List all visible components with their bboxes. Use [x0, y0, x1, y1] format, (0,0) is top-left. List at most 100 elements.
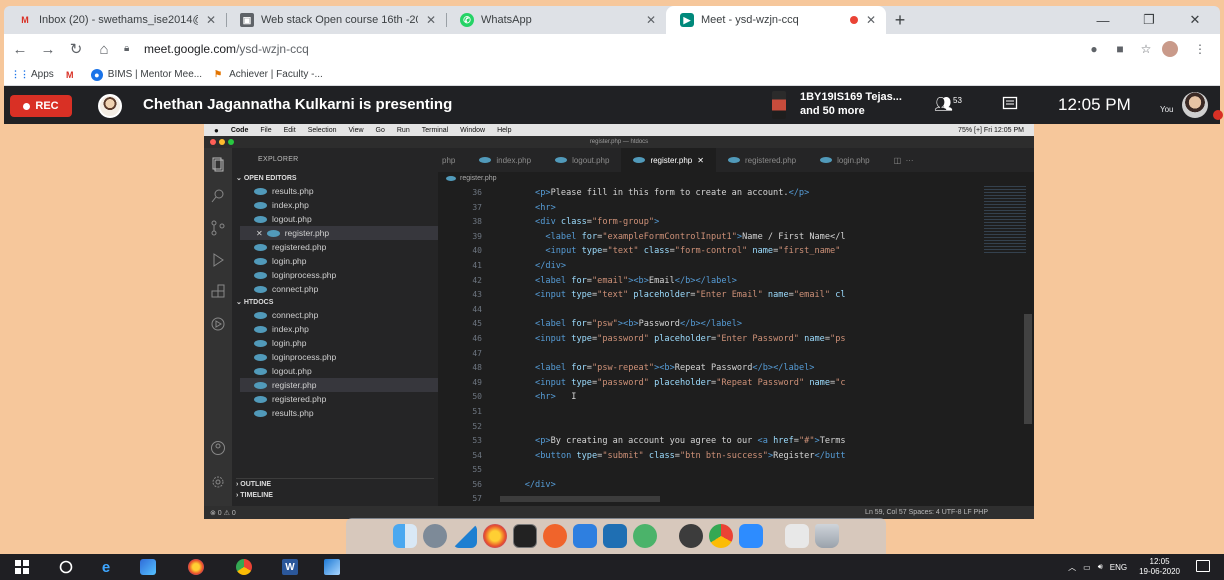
postman-icon[interactable] — [543, 524, 567, 548]
participant-tile-label[interactable]: 1BY19IS169 Tejas... and 50 more — [800, 90, 902, 118]
editor-status-info[interactable]: Ln 59, Col 57 Spaces: 4 UTF-8 LF PHP — [865, 509, 988, 516]
open-editor-item[interactable]: loginprocess.php — [254, 268, 336, 282]
open-editor-item[interactable]: connect.php — [254, 282, 318, 296]
editor-tab[interactable]: logout.php — [543, 148, 621, 172]
participant-thumbnail[interactable] — [772, 91, 786, 119]
menu-selection[interactable]: Selection — [308, 127, 337, 134]
files-icon[interactable] — [210, 156, 226, 172]
htdocs-file[interactable]: connect.php — [254, 308, 318, 322]
minimize-button[interactable]: — — [1084, 6, 1122, 34]
close-window-button[interactable]: ✕ — [1176, 6, 1214, 34]
editor-tab[interactable]: login.php — [808, 148, 881, 172]
launchpad-icon[interactable] — [423, 524, 447, 548]
open-editor-item[interactable]: login.php — [254, 254, 307, 268]
forward-button[interactable]: → — [36, 37, 60, 61]
bookmark-bims[interactable]: ● BIMS | Mentor Mee... — [90, 68, 202, 81]
video-icon[interactable]: ■ — [1112, 42, 1128, 56]
open-editors-section[interactable]: ⌄ OPEN EDITORS — [236, 174, 297, 182]
maximize-button[interactable]: ❐ — [1130, 6, 1168, 34]
bookmark-achiever[interactable]: ⚑ Achiever | Faculty -... — [212, 69, 323, 81]
vertical-scrollbar[interactable] — [1024, 314, 1032, 424]
menu-code[interactable]: Code — [231, 127, 249, 134]
timeline-section[interactable]: › TIMELINE — [236, 492, 273, 499]
bookmark-gmail[interactable]: M — [64, 69, 81, 81]
windows-start-icon[interactable] — [14, 559, 30, 575]
xcode-icon[interactable] — [573, 524, 597, 548]
vscode-icon[interactable] — [453, 524, 477, 548]
htdocs-section[interactable]: ⌄ HTDOCS — [236, 298, 273, 306]
minimap[interactable] — [984, 184, 1026, 254]
editor-tab[interactable]: registered.php — [716, 148, 808, 172]
notification-center-icon[interactable] — [1196, 560, 1210, 572]
network-icon[interactable]: ▭ — [1083, 563, 1091, 572]
menu-edit[interactable]: Edit — [284, 127, 296, 134]
menu-icon[interactable]: ⋮ — [1192, 42, 1208, 56]
remote-icon[interactable] — [210, 316, 226, 332]
chrome-icon[interactable] — [236, 559, 252, 575]
htdocs-file[interactable]: results.php — [254, 406, 314, 420]
file-explorer-icon[interactable] — [140, 559, 156, 575]
open-editor-item[interactable]: logout.php — [254, 212, 312, 226]
editor-tab-active[interactable]: register.php ✕ — [621, 148, 716, 172]
close-icon[interactable]: ✕ — [256, 229, 263, 238]
open-editor-item-active[interactable]: ✕ register.php — [240, 226, 438, 240]
trash-icon[interactable] — [815, 524, 839, 548]
sequel-pro-icon[interactable] — [679, 524, 703, 548]
close-icon[interactable]: ✕ — [697, 156, 704, 165]
menu-view[interactable]: View — [348, 127, 363, 134]
sourcetree-icon[interactable] — [633, 524, 657, 548]
chrome-icon[interactable] — [709, 524, 733, 548]
bookmark-apps[interactable]: ⋮⋮ Apps — [11, 69, 54, 81]
camera-indicator-icon[interactable]: ● — [1086, 42, 1102, 56]
firefox-icon[interactable] — [483, 524, 507, 548]
open-editor-item[interactable]: index.php — [254, 198, 309, 212]
menu-go[interactable]: Go — [376, 127, 385, 134]
htdocs-file[interactable]: index.php — [254, 322, 309, 336]
menu-window[interactable]: Window — [460, 127, 485, 134]
home-button[interactable]: ⌂ — [92, 37, 116, 61]
cortana-icon[interactable] — [58, 559, 74, 575]
terminal-icon[interactable] — [513, 524, 537, 548]
htdocs-file[interactable]: logout.php — [254, 364, 312, 378]
run-debug-icon[interactable] — [210, 252, 226, 268]
htdocs-file[interactable]: loginprocess.php — [254, 350, 336, 364]
menu-help[interactable]: Help — [497, 127, 511, 134]
outline-section[interactable]: › OUTLINE — [236, 478, 434, 488]
minimize-light-icon[interactable] — [219, 139, 225, 145]
problems-indicator[interactable]: ⊗ 0 ⚠ 0 — [210, 509, 236, 517]
tab-meet[interactable]: ▶ Meet - ysd-wzjn-ccq ✕ — [666, 6, 886, 34]
account-icon[interactable] — [210, 440, 226, 456]
tab-whatsapp[interactable]: ✆ WhatsApp ✕ — [446, 6, 666, 34]
close-light-icon[interactable] — [210, 139, 216, 145]
source-control-icon[interactable] — [210, 220, 226, 236]
close-icon[interactable]: ✕ — [866, 13, 876, 27]
language-indicator[interactable]: ENG — [1110, 563, 1127, 572]
htdocs-file[interactable]: registered.php — [254, 392, 326, 406]
editor-tab[interactable]: php — [438, 148, 467, 172]
new-tab-button[interactable]: + — [886, 6, 914, 34]
finder-icon[interactable] — [393, 524, 417, 548]
htdocs-file-active[interactable]: register.php — [240, 378, 438, 392]
documents-icon[interactable] — [785, 524, 809, 548]
address-bar[interactable]: 🔒︎ meet.google.com/ysd-wzjn-ccq — [124, 37, 309, 61]
back-button[interactable]: ← — [8, 37, 32, 61]
taskbar-clock[interactable]: 12:05 19-06-2020 — [1139, 557, 1180, 577]
zoom-icon[interactable] — [739, 524, 763, 548]
open-editor-item[interactable]: results.php — [254, 184, 314, 198]
search-icon[interactable] — [210, 188, 226, 204]
open-editor-item[interactable]: registered.php — [254, 240, 326, 254]
split-editor-icon[interactable]: ◫ ··· — [882, 148, 926, 172]
star-icon[interactable]: ☆ — [1138, 42, 1154, 56]
menu-run[interactable]: Run — [397, 127, 410, 134]
horizontal-scrollbar[interactable] — [500, 496, 660, 502]
editor-tab[interactable]: index.php — [467, 148, 543, 172]
close-icon[interactable]: ✕ — [646, 13, 656, 27]
firefox-icon[interactable] — [188, 559, 204, 575]
people-button[interactable]: 👥︎53 — [934, 95, 962, 113]
word-icon[interactable]: W — [282, 559, 298, 575]
zoom-light-icon[interactable] — [228, 139, 234, 145]
gear-icon[interactable] — [210, 474, 226, 490]
tab-gmail[interactable]: M Inbox (20) - swethams_ise2014@ ✕ — [4, 6, 226, 34]
volume-icon[interactable]: 🔊︎ — [1098, 562, 1103, 572]
tab-classroom[interactable]: ▣ Web stack Open course 16th -20 ✕ — [226, 6, 446, 34]
